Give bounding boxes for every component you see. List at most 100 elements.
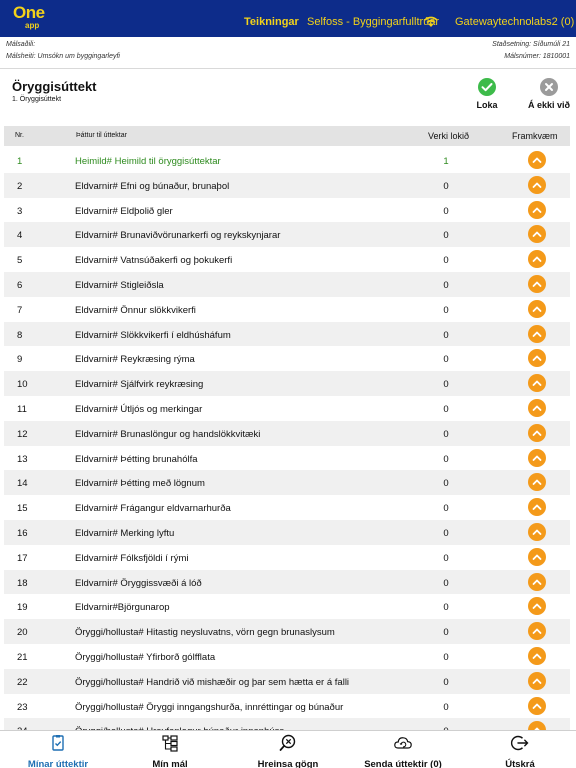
expand-up-icon[interactable] [528, 522, 546, 541]
table-row[interactable]: 23 Öryggi/hollusta# Öryggi inngangshurða,… [4, 694, 570, 719]
table-header: Nr. Þáttur til úttektar Verki lokið Fram… [4, 126, 570, 146]
section-subtitle: 1. Öryggisúttekt [12, 96, 62, 103]
row-item: Eldvarnir# Fólksfjöldi í rými [75, 552, 189, 564]
row-done-count: 0 [443, 279, 449, 291]
tab-label: Útskrá [505, 759, 535, 768]
expand-up-icon[interactable] [528, 200, 546, 219]
row-number: 3 [17, 205, 23, 217]
table-row[interactable]: 15 Eldvarnir# Frágangur eldvarnarhurða 0 [4, 495, 570, 520]
row-number: 17 [17, 552, 28, 564]
expand-up-icon[interactable] [528, 349, 546, 368]
row-done-count: 0 [443, 255, 449, 267]
table-row[interactable]: 20 Öryggi/hollusta# Hitastig neysluvatns,… [4, 619, 570, 644]
expand-up-icon[interactable] [528, 398, 546, 417]
table-row[interactable]: 24Öryggi/hollusta# Hreyfanlegur búnaður … [4, 718, 570, 730]
app-logo[interactable]: One app [13, 3, 47, 35]
expand-up-icon[interactable] [528, 225, 546, 244]
row-number: 2 [17, 180, 23, 192]
table-row[interactable]: 7 Eldvarnir# Önnur slökkvikerfi 0 [4, 297, 570, 322]
row-number: 22 [17, 676, 28, 688]
expand-up-icon[interactable] [528, 597, 546, 616]
table-row[interactable]: 8 Eldvarnir# Slökkvikerfi í eldhúsháfum 0 [4, 321, 570, 347]
column-header-progress: Framkvæm [512, 131, 558, 141]
row-done-count: 0 [443, 503, 449, 515]
row-number: 11 [17, 403, 27, 415]
top-bar: One app Teikningar Selfoss - Byggingarfu… [0, 0, 576, 37]
table-row[interactable]: 18 Eldvarnir# Öryggissvæði á lóð 0 [4, 569, 570, 595]
row-number: 20 [17, 627, 28, 639]
user-account[interactable]: Gatewaytechnolabs2 (0) [455, 16, 574, 28]
row-item: Eldvarnir# Brunaslöngur og handslökkvitæ… [75, 428, 261, 440]
row-number: 18 [17, 577, 28, 589]
expand-up-icon[interactable] [528, 274, 546, 293]
expand-up-icon[interactable] [528, 423, 546, 442]
table-row[interactable]: 17 Eldvarnir# Fólksfjöldi í rými 0 [4, 545, 570, 570]
row-item: Eldvarnir# Þétting með lögnum [75, 478, 205, 490]
tab-my-cases[interactable]: Mín mál [130, 731, 210, 768]
expand-up-icon[interactable] [528, 324, 546, 343]
expand-up-icon[interactable] [528, 572, 546, 591]
close-button[interactable]: Loka [470, 78, 504, 110]
table-row[interactable]: 9 Eldvarnir# Reykræsing rýma 0 [4, 346, 570, 371]
row-item: Öryggi/hollusta# Öryggi inngangshurða, i… [75, 701, 344, 713]
expand-up-icon[interactable] [528, 671, 546, 690]
row-number: 7 [17, 304, 23, 316]
bottom-tab-bar: Mínar úttektir Mín mál Hreinsa gögn Send… [0, 730, 576, 768]
row-item: Öryggi/hollusta# Handrið við mishæðir og… [75, 676, 350, 688]
table-row[interactable]: 1 Heimild# Heimild til öryggisúttektar 1 [4, 148, 570, 173]
row-number: 13 [17, 453, 28, 465]
expand-up-icon[interactable] [528, 299, 546, 318]
row-item: Heimild# Heimild til öryggisúttektar [75, 156, 221, 167]
table-row[interactable]: 19 Eldvarnir#Björgunarop 0 [4, 594, 570, 619]
tab-clear-data[interactable]: Hreinsa gögn [246, 731, 330, 768]
expand-up-icon[interactable] [528, 250, 546, 269]
section-title: Öryggisúttekt [12, 79, 97, 94]
nav-category[interactable]: Teikningar [244, 16, 299, 28]
expand-up-icon[interactable] [528, 547, 546, 566]
row-number: 16 [17, 527, 28, 539]
not-applicable-button[interactable]: Á ekki við [524, 78, 574, 110]
table-row[interactable]: 4 Eldvarnir# Brunaviðvörunarkerfi og reyk… [4, 222, 570, 248]
row-item: Eldvarnir# Slökkvikerfi í eldhúsháfum [75, 329, 231, 341]
table-row[interactable]: 10 Eldvarnir# Sjálfvirk reykræsing 0 [4, 371, 570, 396]
table-row[interactable]: 11 Eldvarnir# Útljós og merkingar 0 [4, 396, 570, 421]
row-number: 21 [17, 651, 28, 663]
row-done-count: 0 [443, 304, 449, 316]
expand-up-icon[interactable] [528, 498, 546, 517]
row-number: 8 [17, 329, 23, 341]
row-done-count: 0 [443, 453, 449, 465]
table-row[interactable]: 13 Eldvarnir# Þétting brunahólfa 0 [4, 446, 570, 471]
tab-my-inspections[interactable]: Mínar úttektir [18, 731, 98, 768]
row-done-count: 0 [443, 329, 449, 341]
clear-search-icon [279, 734, 296, 751]
expand-up-icon[interactable] [528, 721, 546, 730]
expand-up-icon[interactable] [528, 696, 546, 715]
table-row[interactable]: 6 Eldvarnir# Stigleiðsla 0 [4, 271, 570, 297]
row-item: Eldvarnir# Stigleiðsla [75, 279, 164, 291]
expand-up-icon[interactable] [528, 175, 546, 194]
inspection-table[interactable]: 1 Heimild# Heimild til öryggisúttektar 1 2 E… [4, 148, 570, 730]
expand-up-icon[interactable] [528, 448, 546, 467]
table-row[interactable]: 16 Eldvarnir# Merking lyftu 0 [4, 519, 570, 545]
expand-up-icon[interactable] [528, 473, 546, 492]
table-row[interactable]: 2 Eldvarnir# Efni og búnaður, brunaþol 0 [4, 172, 570, 198]
table-row[interactable]: 12 Eldvarnir# Brunaslöngur og handslökkvi… [4, 420, 570, 446]
row-number: 5 [17, 255, 23, 267]
expand-up-icon[interactable] [528, 151, 546, 169]
table-row[interactable]: 3 Eldvarnir# Eldþolið gler 0 [4, 198, 570, 223]
row-number: 19 [17, 602, 28, 614]
table-row[interactable]: 14 Eldvarnir# Þétting með lögnum 0 [4, 470, 570, 496]
table-row[interactable]: 21 Öryggi/hollusta# Yfirborð gólfflata 0 [4, 644, 570, 669]
expand-up-icon[interactable] [528, 374, 546, 393]
table-row[interactable]: 5 Eldvarnir# Vatnsúðakerfi og þokukerfi 0 [4, 247, 570, 272]
checkmark-icon [478, 78, 496, 96]
expand-up-icon[interactable] [528, 622, 546, 641]
tab-logout[interactable]: Útskrá [490, 731, 550, 768]
row-item: Eldvarnir# Frágangur eldvarnarhurða [75, 503, 231, 515]
table-row[interactable]: 22 Öryggi/hollusta# Handrið við mishæðir … [4, 668, 570, 694]
row-done-count: 0 [443, 602, 449, 614]
expand-up-icon[interactable] [528, 646, 546, 665]
nav-project[interactable]: Selfoss - Byggingarfulltrúar [307, 16, 439, 28]
tab-send-inspections[interactable]: Senda úttektir (0) [356, 731, 450, 768]
case-party: Málsaðili: [6, 41, 36, 48]
